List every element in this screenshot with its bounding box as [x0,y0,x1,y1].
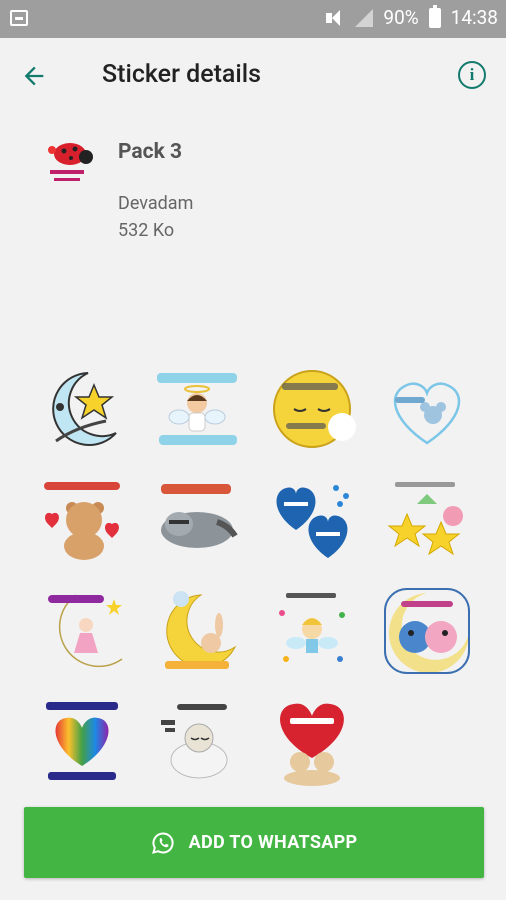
add-to-whatsapp-button[interactable]: ADD TO WHATSAPP [24,807,484,878]
sticker-item[interactable] [24,353,139,464]
sticker-girl-moon-image [47,593,122,667]
battery-icon [428,4,441,28]
back-arrow-icon[interactable] [20,62,48,90]
sticker-blue-hearts-image [276,484,349,558]
sticker-stars-image [387,481,463,555]
sticker-angel-image [156,372,237,445]
sticker-moon-star-image [51,371,117,446]
sticker-item[interactable] [254,464,369,575]
sticker-item[interactable] [139,353,254,464]
status-bar: 90% 14:38 [0,0,506,38]
sticker-item[interactable] [254,353,369,464]
clock: 14:38 [450,6,498,29]
mute-icon [325,9,345,27]
sticker-teddy-bear-image [43,481,120,560]
pack-author: Devadam [118,193,194,214]
sticker-item[interactable] [24,686,139,797]
sticker-birds-image [383,587,470,674]
sticker-item[interactable] [24,464,139,575]
signal-icon [355,8,374,27]
sticker-item[interactable] [369,353,484,464]
sticker-item[interactable] [24,575,139,686]
sticker-item[interactable] [369,575,484,686]
pack-size: 532 Ko [118,220,175,241]
sticker-item[interactable] [139,686,254,797]
add-to-whatsapp-label: ADD TO WHATSAPP [188,832,358,853]
sticker-heart-mouse-image [393,381,460,445]
sticker-sheep-image [160,703,227,778]
sticker-sleeping-moon-image [272,369,356,448]
sticker-item[interactable] [139,575,254,686]
sticker-grid [24,353,484,797]
gallery-notification-icon [10,10,28,26]
whatsapp-icon [151,831,174,854]
sticker-fairy-image [278,592,345,662]
sticker-item[interactable] [254,575,369,686]
pack-name: Pack 3 [118,140,183,164]
toolbar: Sticker details i [0,38,506,114]
info-icon[interactable]: i [458,61,486,89]
sticker-bears-heart-image [279,703,344,786]
page-title: Sticker details [102,60,262,89]
sticker-item[interactable] [139,464,254,575]
battery-percentage: 90% [383,6,419,29]
sticker-item[interactable] [369,464,484,575]
sticker-ciao-a-domani-image [45,701,118,780]
pack-tray-icon [48,143,93,181]
sticker-item[interactable] [254,686,369,797]
sticker-raccoon-image [160,483,238,548]
sticker-rabbit-moon-image [164,590,236,669]
status-icons: 90% 14:38 [325,4,498,29]
